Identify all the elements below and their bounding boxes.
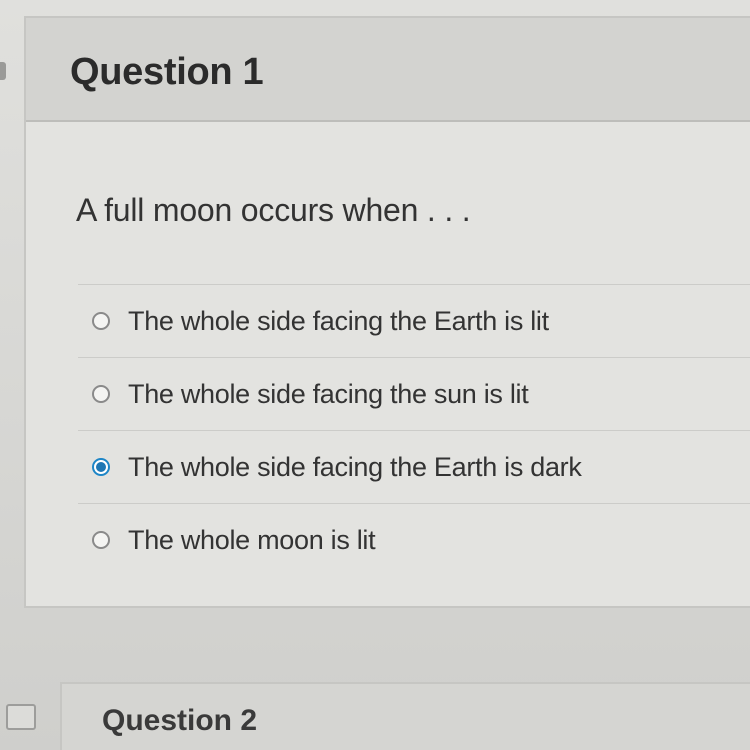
- question-prompt: A full moon occurs when . . .: [76, 192, 471, 228]
- question-body: A full moon occurs when . . . The whole …: [26, 122, 750, 606]
- answer-list: The whole side facing the Earth is lit T…: [78, 284, 750, 576]
- flag-question-checkbox[interactable]: [6, 704, 36, 730]
- radio-button[interactable]: [92, 531, 110, 549]
- next-question-title: Question 2: [102, 704, 258, 737]
- answer-option-1[interactable]: The whole side facing the Earth is lit: [78, 284, 750, 357]
- answer-option-3[interactable]: The whole side facing the Earth is dark: [78, 430, 750, 503]
- answer-option-2[interactable]: The whole side facing the sun is lit: [78, 357, 750, 430]
- question-header: Question 1: [26, 18, 750, 122]
- radio-button[interactable]: [92, 312, 110, 330]
- answer-label[interactable]: The whole moon is lit: [128, 525, 376, 556]
- radio-button-selected[interactable]: [92, 458, 110, 476]
- radio-button[interactable]: [92, 385, 110, 403]
- answer-label[interactable]: The whole side facing the Earth is lit: [128, 306, 549, 337]
- question-card: Question 1 A full moon occurs when . . .…: [24, 16, 750, 608]
- answer-label[interactable]: The whole side facing the Earth is dark: [128, 452, 582, 483]
- answer-option-4[interactable]: The whole moon is lit: [78, 503, 750, 576]
- question-nav-marker: [0, 62, 6, 80]
- question-title: Question 1: [70, 51, 264, 93]
- answer-label[interactable]: The whole side facing the sun is lit: [128, 379, 529, 410]
- next-question-card: Question 2: [60, 682, 750, 750]
- quiz-page: Question 1 A full moon occurs when . . .…: [0, 0, 750, 750]
